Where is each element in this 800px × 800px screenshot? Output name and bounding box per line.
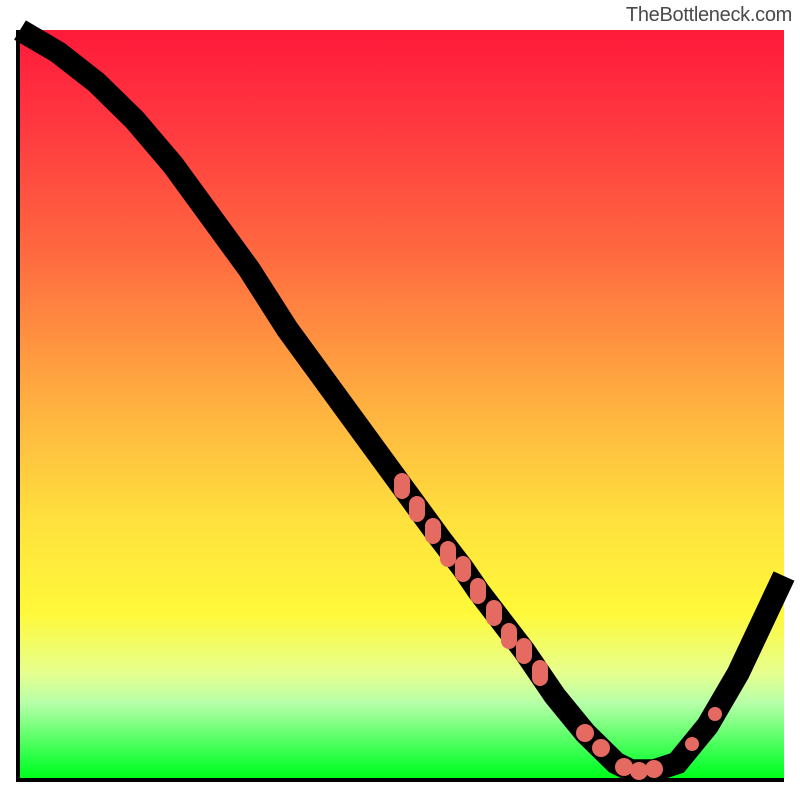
chart-plot-area	[16, 30, 784, 782]
chart-marker	[409, 496, 425, 522]
chart-marker	[532, 660, 548, 686]
chart-marker	[501, 623, 517, 649]
chart-curve-svg	[20, 30, 784, 778]
chart-marker	[470, 578, 486, 604]
chart-marker	[516, 638, 532, 664]
chart-marker	[592, 739, 610, 757]
chart-marker	[425, 518, 441, 544]
watermark-text: TheBottleneck.com	[626, 4, 792, 27]
chart-marker	[455, 556, 471, 582]
chart-marker	[486, 600, 502, 626]
chart-marker	[645, 760, 663, 778]
chart-marker	[440, 541, 456, 567]
bottleneck-curve-path	[20, 30, 784, 771]
chart-marker	[394, 473, 410, 499]
